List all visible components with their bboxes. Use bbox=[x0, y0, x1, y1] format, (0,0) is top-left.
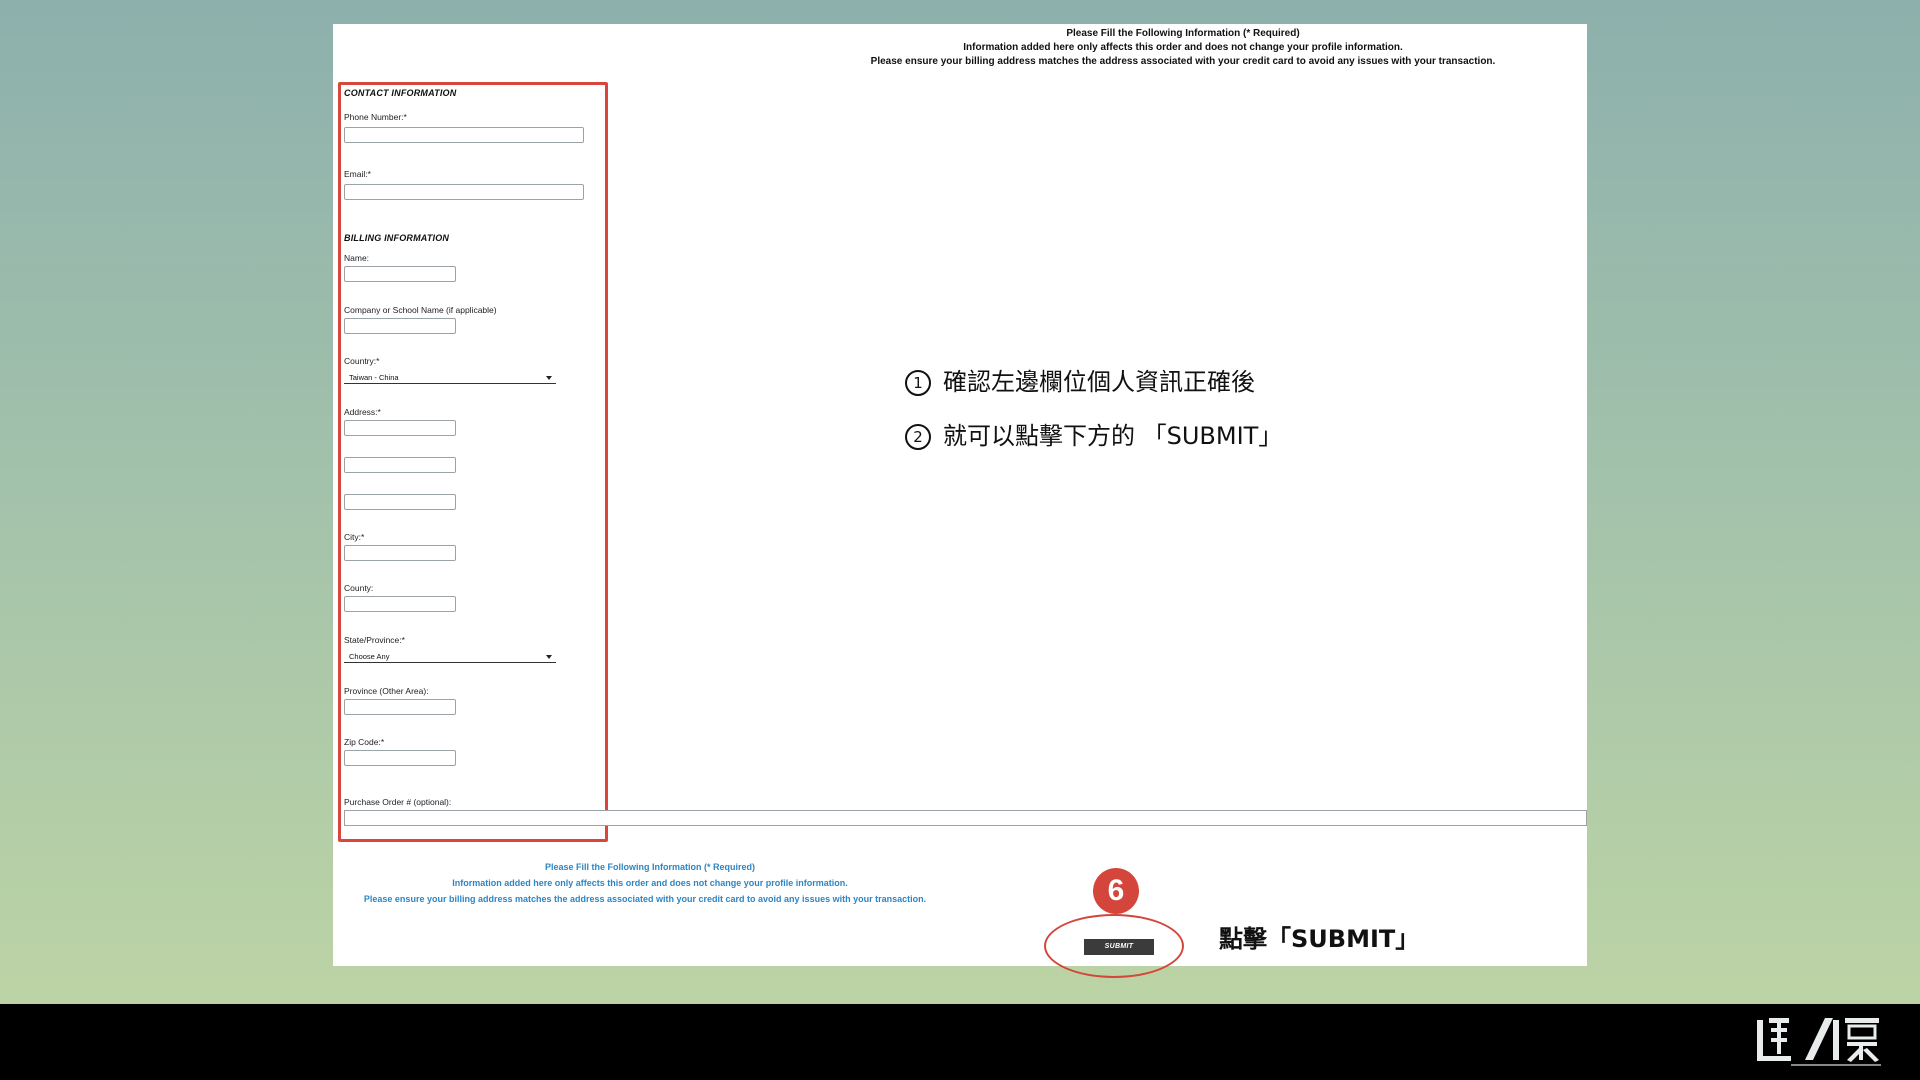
instruction-step-2-text: 就可以點擊下方的 「SUBMIT」 bbox=[943, 422, 1283, 450]
billing-section-title: BILLING INFORMATION bbox=[344, 233, 450, 243]
city-label: City:* bbox=[344, 532, 365, 542]
circled-number-1: 1 bbox=[905, 370, 931, 396]
address-label: Address:* bbox=[344, 407, 381, 417]
footer-profile-note: Information added here only affects this… bbox=[452, 878, 848, 888]
zip-label: Zip Code:* bbox=[344, 737, 385, 747]
brand-logo-icon bbox=[1757, 1018, 1881, 1066]
po-input[interactable] bbox=[344, 810, 1587, 826]
country-label: Country:* bbox=[344, 356, 380, 366]
name-input[interactable] bbox=[344, 266, 456, 282]
instruction-step-2: 2 就可以點擊下方的 「SUBMIT」 bbox=[905, 416, 1282, 451]
header-billing-note: Please ensure your billing address match… bbox=[870, 56, 1496, 67]
instruction-step-1-text: 確認左邊欄位個人資訊正確後 bbox=[943, 368, 1255, 396]
address-line2-input[interactable] bbox=[344, 457, 456, 473]
province-other-label: Province (Other Area): bbox=[344, 686, 429, 696]
submit-button[interactable]: SUBMIT bbox=[1084, 939, 1154, 955]
phone-label: Phone Number:* bbox=[344, 112, 407, 122]
country-select[interactable]: Taiwan - China bbox=[344, 371, 556, 384]
email-label: Email:* bbox=[344, 169, 371, 179]
state-select-value: Choose Any bbox=[349, 652, 390, 661]
caret-down-icon bbox=[546, 655, 552, 659]
name-label: Name: bbox=[344, 253, 370, 263]
instruction-step-1: 1 確認左邊欄位個人資訊正確後 bbox=[905, 362, 1255, 397]
company-label: Company or School Name (if applicable) bbox=[344, 305, 497, 315]
county-label: County: bbox=[344, 583, 374, 593]
step-six-badge: 6 bbox=[1093, 868, 1139, 914]
footer-billing-note: Please ensure your billing address match… bbox=[363, 894, 927, 904]
address-line3-input[interactable] bbox=[344, 494, 456, 510]
contact-section-title: CONTACT INFORMATION bbox=[344, 88, 457, 98]
city-input[interactable] bbox=[344, 545, 456, 561]
country-select-value: Taiwan - China bbox=[349, 373, 399, 382]
email-input[interactable] bbox=[344, 184, 584, 200]
footer-required-note: Please Fill the Following Information (*… bbox=[544, 862, 755, 872]
bottom-black-bar bbox=[0, 1004, 1920, 1080]
po-label: Purchase Order # (optional): bbox=[344, 797, 452, 807]
county-input[interactable] bbox=[344, 596, 456, 612]
header-profile-note: Information added here only affects this… bbox=[963, 42, 1403, 53]
state-label: State/Province:* bbox=[344, 635, 405, 645]
caret-down-icon bbox=[546, 376, 552, 380]
state-select[interactable]: Choose Any bbox=[344, 650, 556, 663]
province-other-input[interactable] bbox=[344, 699, 456, 715]
click-submit-annotation: 點擊「SUBMIT」 bbox=[1219, 925, 1420, 953]
zip-input[interactable] bbox=[344, 750, 456, 766]
address-line1-input[interactable] bbox=[344, 420, 456, 436]
phone-input[interactable] bbox=[344, 127, 584, 143]
checkout-form-page: Please Fill the Following Information (*… bbox=[333, 24, 1587, 978]
company-input[interactable] bbox=[344, 318, 456, 334]
circled-number-2: 2 bbox=[905, 424, 931, 450]
header-required-note: Please Fill the Following Information (*… bbox=[1066, 28, 1300, 39]
